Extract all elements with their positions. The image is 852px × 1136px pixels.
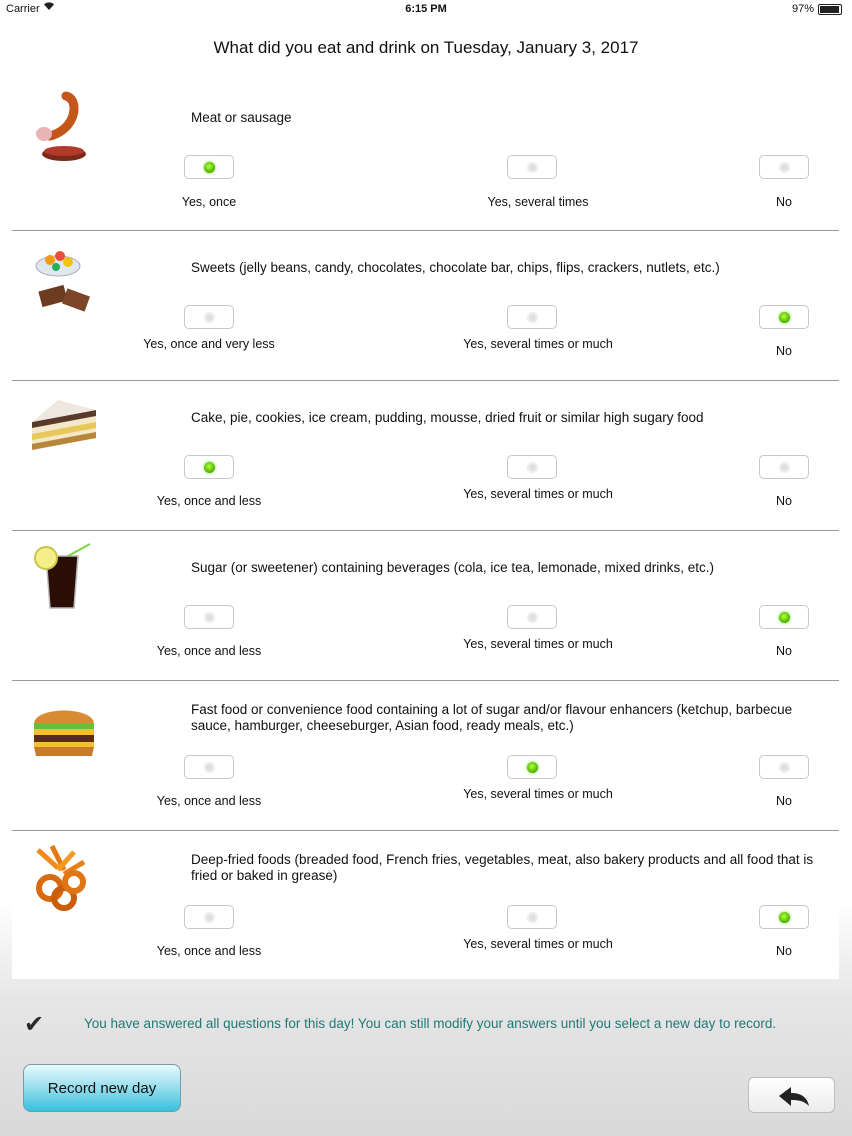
battery-icon xyxy=(818,4,842,15)
option-radio[interactable] xyxy=(507,305,557,329)
meat-sausage-icon xyxy=(36,91,86,161)
option-label: Yes, once and less xyxy=(156,794,262,808)
option-radio[interactable] xyxy=(759,605,809,629)
option-radio[interactable] xyxy=(507,155,557,179)
status-bar: Carrier 6:15 PM 97% xyxy=(0,0,852,18)
option-radio[interactable] xyxy=(184,605,234,629)
option-label: No xyxy=(776,195,792,209)
option-radio[interactable] xyxy=(184,455,234,479)
battery-percent: 97% xyxy=(791,3,814,15)
option-label: Yes, once xyxy=(181,195,237,209)
option-radio[interactable] xyxy=(184,305,234,329)
question-text: Sweets (jelly beans, candy, chocolates, … xyxy=(191,260,720,275)
option-radio[interactable] xyxy=(759,755,809,779)
option-label: Yes, once and very less xyxy=(143,337,275,351)
option-radio[interactable] xyxy=(184,905,234,929)
question-row: Deep-fried foods (breaded food, French f… xyxy=(12,830,839,979)
option-label: No xyxy=(776,494,792,508)
option-label: Yes, several times or much xyxy=(463,487,613,501)
option-radio[interactable] xyxy=(507,605,557,629)
questions-list[interactable]: Meat or sausage Yes, once Yes, several t… xyxy=(12,80,839,979)
question-text: Deep-fried foods (breaded food, French f… xyxy=(191,852,814,883)
question-row: Sweets (jelly beans, candy, chocolates, … xyxy=(12,230,839,381)
fried-food-icon xyxy=(36,844,86,911)
question-row: Fast food or convenience food containing… xyxy=(12,680,839,831)
question-row: Sugar (or sweetener) containing beverage… xyxy=(12,530,839,681)
option-label: Yes, several times xyxy=(487,195,589,209)
option-radio[interactable] xyxy=(759,455,809,479)
option-label: Yes, several times or much xyxy=(463,937,613,951)
checkmark-icon: ✔ xyxy=(24,1011,45,1038)
option-label: Yes, several times or much xyxy=(463,787,613,801)
question-text: Cake, pie, cookies, ice cream, pudding, … xyxy=(191,410,704,425)
sweets-icon xyxy=(35,251,91,312)
back-button[interactable] xyxy=(748,1077,835,1113)
hamburger-icon xyxy=(34,710,94,756)
back-arrow-icon xyxy=(779,1087,809,1106)
option-label: Yes, once and less xyxy=(156,494,262,508)
cake-icon xyxy=(32,400,96,450)
option-label: No xyxy=(776,944,792,958)
option-label: Yes, once and less xyxy=(156,944,262,958)
option-radio[interactable] xyxy=(184,755,234,779)
option-radio[interactable] xyxy=(507,905,557,929)
option-radio[interactable] xyxy=(507,755,557,779)
completion-message: You have answered all questions for this… xyxy=(84,1016,777,1031)
option-radio[interactable] xyxy=(759,905,809,929)
option-radio[interactable] xyxy=(759,305,809,329)
option-label: No xyxy=(776,644,792,658)
option-radio[interactable] xyxy=(507,455,557,479)
question-row: Cake, pie, cookies, ice cream, pudding, … xyxy=(12,380,839,531)
cola-drink-icon xyxy=(34,543,91,609)
option-label: No xyxy=(776,344,792,358)
option-radio[interactable] xyxy=(184,155,234,179)
question-row: Meat or sausage Yes, once Yes, several t… xyxy=(12,80,839,231)
option-label: Yes, several times or much xyxy=(463,637,613,651)
option-label: Yes, once and less xyxy=(156,644,262,658)
option-label: Yes, several times or much xyxy=(463,337,613,351)
record-new-day-button[interactable]: Record new day xyxy=(23,1064,181,1112)
option-label: No xyxy=(776,794,792,808)
option-radio[interactable] xyxy=(759,155,809,179)
question-text: Meat or sausage xyxy=(191,110,292,125)
page-title: What did you eat and drink on Tuesday, J… xyxy=(213,38,639,57)
question-text: Fast food or convenience food containing… xyxy=(191,702,793,733)
question-text: Sugar (or sweetener) containing beverage… xyxy=(191,560,715,575)
clock: 6:15 PM xyxy=(405,3,447,15)
